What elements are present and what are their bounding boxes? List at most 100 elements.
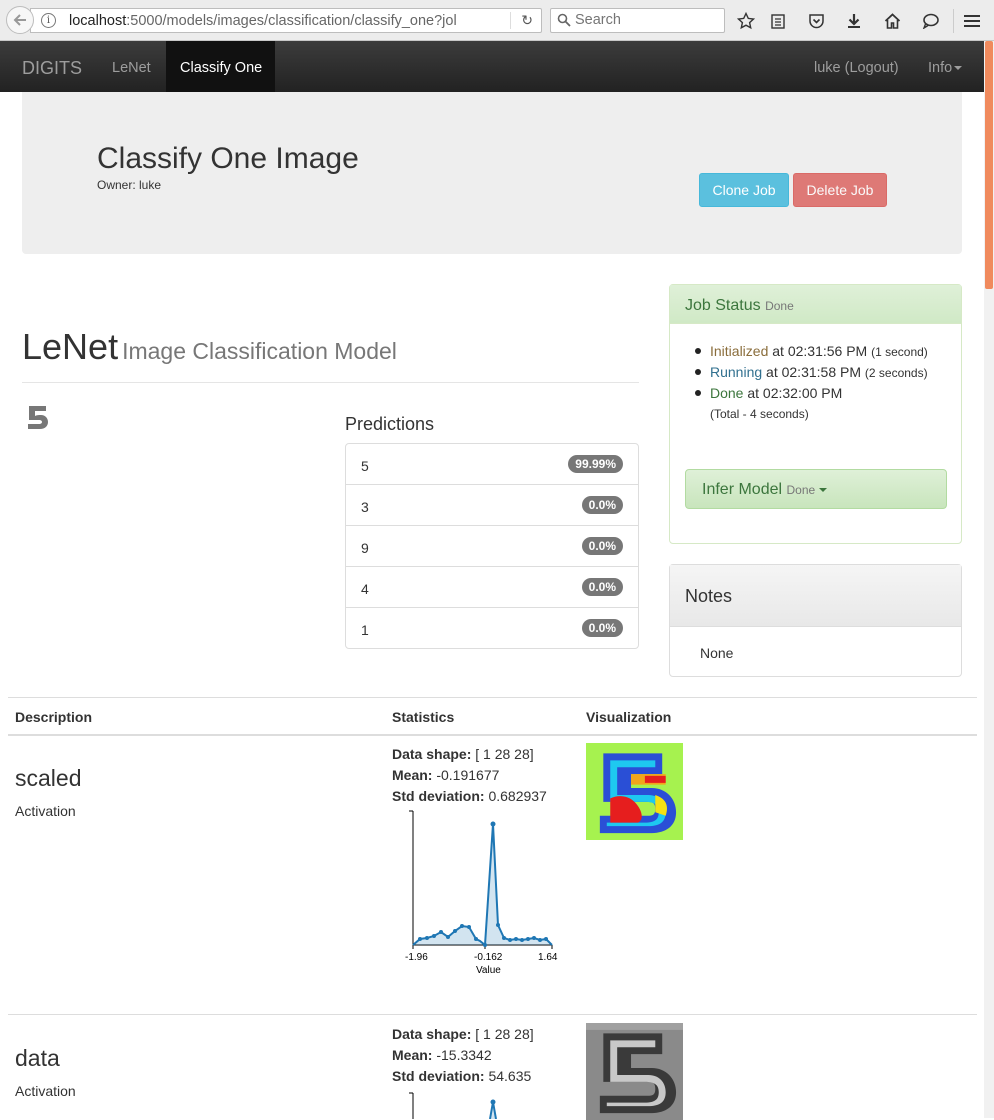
histogram-point bbox=[490, 1099, 496, 1105]
shape-value: [ 1 28 28] bbox=[475, 746, 534, 762]
menu-icon[interactable] bbox=[953, 9, 983, 33]
shape-value: [ 1 28 28] bbox=[475, 1026, 534, 1042]
layer-name: data bbox=[15, 1045, 60, 1071]
job-status-state: Done bbox=[765, 299, 794, 313]
search-input[interactable] bbox=[575, 12, 715, 28]
row-divider bbox=[8, 1014, 977, 1015]
histogram-points bbox=[418, 821, 548, 947]
prediction-label: 1 bbox=[361, 622, 369, 638]
column-header-description: Description bbox=[15, 709, 93, 725]
status-step-name: Done bbox=[710, 385, 744, 401]
layer-type: Activation bbox=[15, 1083, 76, 1099]
search-bar[interactable] bbox=[550, 8, 725, 33]
prediction-item: 5 99.99% bbox=[346, 444, 638, 485]
notes-title: Notes bbox=[670, 565, 961, 627]
status-step-duration: (Total - 4 seconds) bbox=[710, 407, 809, 421]
table-top-border bbox=[8, 697, 977, 698]
status-step-time: at 02:31:58 PM bbox=[766, 364, 861, 380]
reading-list-icon[interactable] bbox=[767, 10, 789, 32]
search-icon bbox=[557, 13, 571, 27]
status-step-duration: (1 second) bbox=[871, 345, 928, 359]
predictions-title: Predictions bbox=[345, 414, 435, 434]
notes-body: None bbox=[700, 645, 734, 661]
scrollbar-thumb[interactable] bbox=[985, 41, 993, 289]
infer-model-dropdown[interactable]: Infer Model Done bbox=[685, 469, 947, 509]
prediction-badge: 0.0% bbox=[581, 496, 623, 514]
histogram-x-label: Value bbox=[476, 965, 501, 976]
status-step-duration: (2 seconds) bbox=[864, 366, 928, 380]
divider bbox=[22, 382, 639, 383]
page-title: Classify One Image bbox=[97, 142, 359, 175]
page-scrollbar[interactable] bbox=[984, 41, 994, 1118]
back-button[interactable] bbox=[6, 6, 34, 34]
prediction-label: 3 bbox=[361, 499, 369, 515]
url-separator bbox=[510, 12, 511, 29]
prediction-badge: 99.99% bbox=[568, 455, 623, 473]
page-header: Classify One Image Owner: luke Clone Job… bbox=[22, 92, 962, 254]
delete-job-button[interactable]: Delete Job bbox=[793, 173, 887, 207]
home-icon[interactable] bbox=[881, 10, 903, 32]
status-step: Done at 02:32:00 PM (Total - 4 seconds) bbox=[695, 383, 945, 424]
status-step-time: at 02:31:56 PM bbox=[772, 343, 868, 359]
std-value: 54.635 bbox=[488, 1068, 532, 1084]
download-icon[interactable] bbox=[843, 10, 865, 32]
layer-stats: Data shape: [ 1 28 28] Mean: -15.3342 St… bbox=[392, 1024, 534, 1087]
histogram-axis-ticks bbox=[412, 945, 553, 949]
mean-label: Mean: bbox=[392, 767, 433, 783]
owner-text: Owner: luke bbox=[97, 178, 162, 192]
info-label: Info bbox=[928, 60, 953, 76]
activation-histogram bbox=[409, 1092, 497, 1119]
mean-value: -0.191677 bbox=[436, 767, 500, 783]
input-image-thumbnail bbox=[28, 406, 48, 429]
job-status-heading: Job Status Done bbox=[670, 285, 961, 324]
top-navbar: DIGITS LeNet Classify One luke (Logout) … bbox=[0, 41, 984, 92]
std-label: Std deviation: bbox=[392, 788, 485, 804]
prediction-item: 4 0.0% bbox=[346, 567, 638, 608]
brand-link[interactable]: DIGITS bbox=[22, 58, 82, 79]
url-bar[interactable]: i localhost:5000/models/images/classific… bbox=[30, 8, 542, 33]
layer-name: scaled bbox=[15, 765, 82, 791]
pocket-icon[interactable] bbox=[805, 10, 827, 32]
chat-icon[interactable] bbox=[919, 10, 941, 32]
histogram-tick-label: 1.64 bbox=[538, 952, 558, 963]
model-name[interactable]: LeNet bbox=[22, 326, 118, 367]
job-status-title: Job Status bbox=[685, 297, 761, 314]
bookmark-star-icon[interactable] bbox=[735, 10, 757, 32]
mean-value: -15.3342 bbox=[436, 1047, 492, 1063]
prediction-badge: 0.0% bbox=[581, 578, 623, 596]
prediction-item: 3 0.0% bbox=[346, 485, 638, 526]
model-heading: LeNet Image Classification Model bbox=[22, 326, 397, 368]
status-step: Initialized at 02:31:56 PM (1 second) bbox=[695, 341, 945, 362]
histogram-area bbox=[413, 824, 552, 945]
activation-visualization bbox=[586, 1023, 683, 1120]
shape-label: Data shape: bbox=[392, 746, 472, 762]
activation-visualization bbox=[586, 743, 683, 840]
user-logout-link[interactable]: luke (Logout) bbox=[814, 60, 899, 76]
status-step-name: Initialized bbox=[710, 343, 769, 359]
nav-lenet[interactable]: LeNet bbox=[112, 60, 151, 76]
column-header-visualization: Visualization bbox=[586, 709, 672, 725]
infer-model-label: Infer Model bbox=[702, 481, 783, 498]
shape-label: Data shape: bbox=[392, 1026, 472, 1042]
browser-toolbar: i localhost:5000/models/images/classific… bbox=[0, 0, 994, 41]
info-icon[interactable]: i bbox=[41, 13, 56, 28]
histogram-line bbox=[489, 1101, 497, 1119]
status-step-name: Running bbox=[710, 364, 763, 380]
status-step-time: at 02:32:00 PM bbox=[747, 385, 843, 401]
nav-classify-one[interactable]: Classify One bbox=[166, 41, 275, 92]
header-divider bbox=[8, 734, 977, 736]
layer-stats: Data shape: [ 1 28 28] Mean: -0.191677 S… bbox=[392, 744, 547, 807]
reload-icon[interactable]: ↻ bbox=[521, 12, 533, 29]
histogram-axes bbox=[412, 811, 552, 946]
clone-job-button[interactable]: Clone Job bbox=[699, 173, 789, 207]
prediction-item: 9 0.0% bbox=[346, 526, 638, 567]
prediction-badge: 0.0% bbox=[581, 537, 623, 555]
prediction-label: 5 bbox=[361, 458, 369, 474]
info-dropdown[interactable]: Info bbox=[928, 60, 963, 76]
histogram-tick-label: -0.162 bbox=[474, 952, 503, 963]
url-text[interactable]: localhost:5000/models/images/classificat… bbox=[69, 13, 501, 29]
histogram-tick-label: -1.96 bbox=[405, 952, 428, 963]
mean-label: Mean: bbox=[392, 1047, 433, 1063]
histogram-line bbox=[412, 823, 553, 947]
activation-histogram: -1.96 -0.162 1.64 Value bbox=[405, 810, 558, 976]
